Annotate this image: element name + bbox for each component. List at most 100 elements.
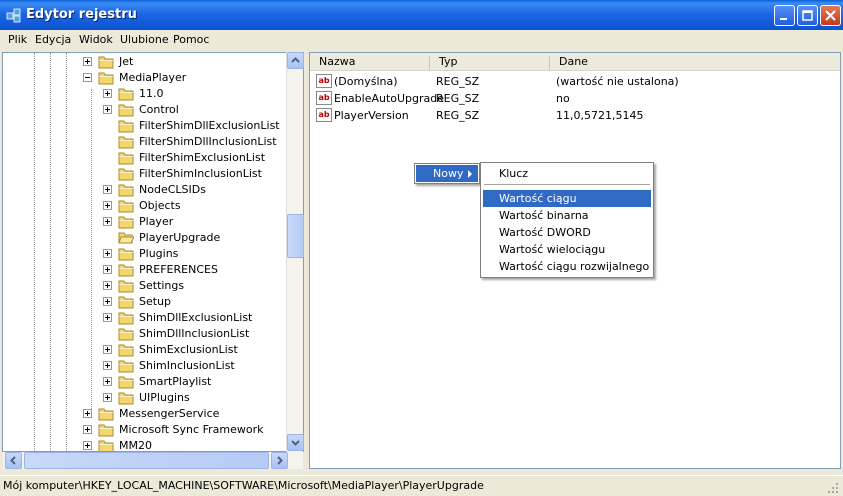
expand-icon[interactable]	[103, 249, 112, 258]
value-data: 11,0,5721,5145	[556, 109, 644, 122]
tree-node[interactable]: FilterShimExclusionList	[3, 150, 287, 166]
expand-icon[interactable]	[103, 105, 112, 114]
tree-node[interactable]: PREFERENCES	[3, 262, 287, 278]
expand-icon[interactable]	[83, 441, 92, 450]
tree-node[interactable]: MM20	[3, 438, 287, 451]
value-data: no	[556, 92, 570, 105]
value-name: (Domyślna)	[334, 75, 398, 88]
menu-help[interactable]: Pomoc	[173, 33, 209, 46]
close-button[interactable]	[820, 5, 841, 26]
column-type[interactable]: Typ	[439, 53, 458, 71]
resize-grip-icon[interactable]	[826, 481, 840, 495]
window-title: Edytor rejestru	[26, 7, 137, 22]
tree-horizontal-scrollbar[interactable]	[3, 452, 303, 469]
tree-node[interactable]: SmartPlaylist	[3, 374, 287, 390]
submenu-item[interactable]: Wartość binarna	[483, 207, 651, 224]
expand-icon[interactable]	[103, 265, 112, 274]
tree-node[interactable]: Plugins	[3, 246, 287, 262]
menu-separator	[484, 184, 650, 185]
folder-icon	[118, 168, 134, 181]
column-separator[interactable]	[429, 56, 430, 69]
maximize-button[interactable]	[797, 5, 818, 26]
submenu-item-label: Wartość binarna	[499, 209, 589, 222]
tree-node[interactable]: ShimDllExclusionList	[3, 310, 287, 326]
tree-node[interactable]: ShimExclusionList	[3, 342, 287, 358]
column-data[interactable]: Dane	[559, 53, 588, 71]
tree-node-label: Objects	[139, 199, 181, 212]
expand-icon[interactable]	[103, 89, 112, 98]
collapse-icon[interactable]	[83, 73, 92, 82]
tree-node[interactable]: FilterShimInclusionList	[3, 166, 287, 182]
expand-icon[interactable]	[103, 313, 112, 322]
tree-node[interactable]: ShimDllInclusionList	[3, 326, 287, 342]
tree-node[interactable]: Player	[3, 214, 287, 230]
status-path: Mój komputer\HKEY_LOCAL_MACHINE\SOFTWARE…	[3, 479, 484, 492]
tree-node[interactable]: UIPlugins	[3, 390, 287, 406]
column-separator[interactable]	[549, 56, 550, 69]
expand-icon[interactable]	[103, 201, 112, 210]
expand-icon[interactable]	[103, 217, 112, 226]
tree-node[interactable]: Microsoft Sync Framework	[3, 422, 287, 438]
menu-file[interactable]: Plik	[8, 33, 27, 46]
submenu-item[interactable]: Klucz	[483, 165, 651, 182]
tree-node[interactable]: FilterShimDllExclusionList	[3, 118, 287, 134]
expand-icon[interactable]	[103, 345, 112, 354]
registry-tree[interactable]: Jet MediaPlayer 11.0 Control FilterShimDllEx…	[2, 52, 304, 452]
folder-icon	[98, 424, 114, 437]
expand-icon[interactable]	[103, 361, 112, 370]
string-value-icon: ab	[316, 74, 332, 88]
minimize-button[interactable]	[774, 5, 795, 26]
submenu-item-label: Wartość ciągu	[499, 192, 577, 205]
tree-node[interactable]: Control	[3, 102, 287, 118]
submenu-item[interactable]: Wartość wielociągu	[483, 241, 651, 258]
column-name[interactable]: Nazwa	[319, 53, 355, 71]
expand-icon[interactable]	[83, 409, 92, 418]
submenu-item[interactable]: Wartość ciągu rozwijalnego	[483, 258, 651, 275]
expand-icon[interactable]	[103, 393, 112, 402]
submenu-item-label: Wartość DWORD	[499, 226, 591, 239]
folder-icon	[118, 392, 134, 405]
tree-node[interactable]: Objects	[3, 198, 287, 214]
tree-node[interactable]: Settings	[3, 278, 287, 294]
submenu-item[interactable]: Wartość DWORD	[483, 224, 651, 241]
tree-node[interactable]: MessengerService	[3, 406, 287, 422]
expand-icon[interactable]	[83, 57, 92, 66]
registry-editor-icon	[6, 8, 21, 23]
expand-icon[interactable]	[103, 281, 112, 290]
hscroll-thumb[interactable]	[24, 452, 269, 469]
menu-favorites[interactable]: Ulubione	[120, 33, 169, 46]
folder-icon	[118, 376, 134, 389]
scroll-down-button[interactable]	[287, 434, 304, 451]
folder-icon	[118, 104, 134, 117]
tree-node[interactable]: PlayerUpgrade	[3, 230, 287, 246]
folder-icon	[98, 72, 114, 85]
tree-node[interactable]: Jet	[3, 54, 287, 70]
tree-node-label: SmartPlaylist	[139, 375, 212, 388]
expand-icon[interactable]	[103, 185, 112, 194]
tree-vertical-scrollbar[interactable]	[286, 52, 304, 452]
folder-icon	[118, 328, 134, 341]
scroll-thumb[interactable]	[287, 214, 304, 258]
tree-node-label: ShimDllExclusionList	[139, 311, 253, 324]
tree-node[interactable]: Setup	[3, 294, 287, 310]
submenu-item[interactable]: Wartość ciągu	[483, 190, 651, 207]
expand-icon[interactable]	[83, 425, 92, 434]
value-row[interactable]: ab PlayerVersion REG_SZ 11,0,5721,5145	[310, 107, 830, 124]
tree-node[interactable]: FilterShimDllInclusionList	[3, 134, 287, 150]
expand-icon[interactable]	[103, 297, 112, 306]
tree-node[interactable]: NodeCLSIDs	[3, 182, 287, 198]
menu-view[interactable]: Widok	[79, 33, 113, 46]
tree-node[interactable]: ShimInclusionList	[3, 358, 287, 374]
expand-icon[interactable]	[103, 377, 112, 386]
tree-node[interactable]: 11.0	[3, 86, 287, 102]
tree-node-label: ShimDllInclusionList	[139, 327, 250, 340]
scroll-right-button[interactable]	[271, 452, 288, 469]
menu-item-new[interactable]: Nowy	[416, 165, 478, 182]
value-row[interactable]: ab EnableAutoUpgrade REG_SZ no	[310, 90, 830, 107]
scroll-up-button[interactable]	[287, 52, 304, 69]
tree-node[interactable]: MediaPlayer	[3, 70, 287, 86]
menu-edit[interactable]: Edycja	[35, 33, 71, 46]
scroll-left-button[interactable]	[5, 452, 22, 469]
value-row[interactable]: ab (Domyślna) REG_SZ (wartość nie ustalona)	[310, 73, 830, 90]
menu-item-new-label: Nowy	[433, 167, 464, 180]
